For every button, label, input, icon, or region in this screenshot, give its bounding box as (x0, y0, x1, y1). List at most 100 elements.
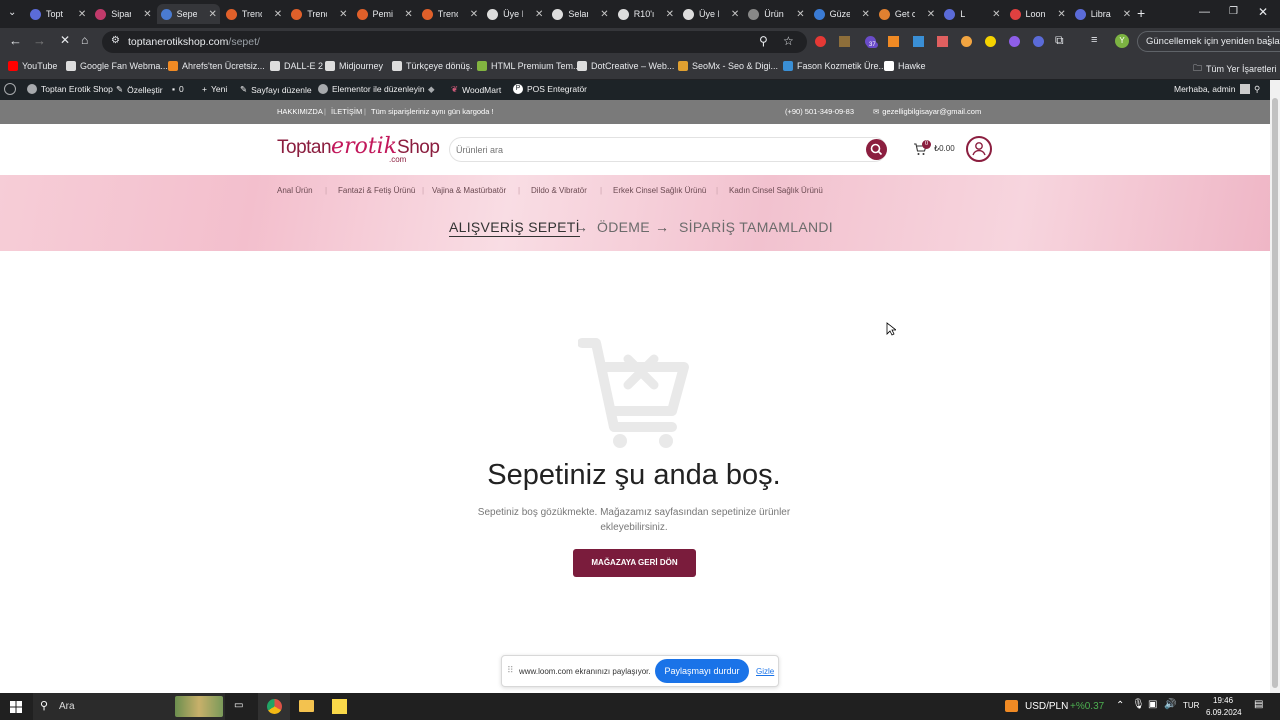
extension-icon[interactable] (913, 36, 924, 47)
account-button[interactable] (966, 136, 992, 162)
bookmark-item[interactable]: Hawke (884, 61, 926, 71)
microphone-icon[interactable]: 🎙 (1132, 699, 1145, 710)
sticky-notes-icon[interactable] (332, 699, 347, 714)
currency-label[interactable]: USD/PLN (1025, 701, 1068, 712)
zoom-icon[interactable]: ⚲ (759, 34, 768, 48)
tab-close-icon[interactable]: ✕ (209, 9, 217, 20)
scrollbar-thumb[interactable] (1272, 98, 1278, 688)
volume-icon[interactable]: 🔊 (1164, 699, 1176, 710)
wp-customize[interactable]: ✎ Özelleştir (116, 84, 163, 95)
task-view-icon[interactable]: ▭ (234, 700, 243, 711)
extension-icon[interactable] (1033, 36, 1044, 47)
tab-close-icon[interactable]: ✕ (731, 9, 739, 20)
drag-handle-icon[interactable]: ⠿ (507, 665, 514, 676)
url-text[interactable]: toptanerotikshop.com/sepet/ (128, 36, 260, 48)
nav-item-kadin[interactable]: Kadın Cinsel Sağlık Ürünü (729, 186, 823, 195)
header-cart[interactable]: 0 ₺0.00 (913, 140, 958, 159)
extension-icon[interactable] (985, 36, 996, 47)
tab-close-icon[interactable]: ✕ (666, 9, 674, 20)
tab-close-icon[interactable]: ✕ (927, 9, 935, 20)
wp-diamond-icon[interactable]: ◆ (428, 84, 435, 95)
extension-icon[interactable] (961, 36, 972, 47)
tab-close-icon[interactable]: ✕ (274, 9, 282, 20)
step-cart[interactable]: ALIŞVERİŞ SEPETİ (449, 219, 580, 237)
nav-item-erkek[interactable]: Erkek Cinsel Sağlık Ürünü (613, 186, 706, 195)
restore-button[interactable]: ❐ (1229, 6, 1238, 17)
browser-tab[interactable]: Libra ✕ (1071, 4, 1134, 24)
close-window-button[interactable]: ✕ (1258, 5, 1268, 19)
bookmark-item[interactable]: DotCreative – Web... (577, 61, 674, 71)
bookmark-item[interactable]: YouTube (8, 61, 57, 71)
browser-tab[interactable]: Üye I ✕ (679, 4, 742, 24)
bookmark-item[interactable]: Ahrefs'ten Ücretsiz... (168, 61, 265, 71)
tab-close-icon[interactable]: ✕ (143, 9, 151, 20)
tab-close-icon[interactable]: ✕ (404, 9, 412, 20)
browser-tab[interactable]: Ürün ✕ (744, 4, 807, 24)
bookmark-item[interactable]: Google Fan Webma... (66, 61, 168, 71)
all-bookmarks[interactable]: 🗀 Tüm Yer İşaretleri (1193, 61, 1277, 77)
bookmark-item[interactable]: SeoMx - Seo & Digi... (678, 61, 778, 71)
nav-item-anal[interactable]: Anal Ürün (277, 186, 313, 195)
about-link[interactable]: HAKKIMIZDA (277, 107, 323, 116)
notification-icon[interactable]: ▤ (1254, 699, 1263, 710)
email-link[interactable]: ✉ gezelligbilgisayar@gmail.com (873, 107, 981, 116)
minimize-button[interactable]: — (1199, 6, 1210, 18)
contact-link[interactable]: İLETİŞİM (331, 107, 362, 116)
update-button[interactable]: Güncellemek için yeniden başlat (1137, 31, 1280, 52)
new-tab-button[interactable]: + (1137, 5, 1145, 21)
browser-tab[interactable]: L ✕ (940, 4, 1003, 24)
media-control-icon[interactable]: ≡ (1091, 34, 1097, 46)
step-checkout[interactable]: ÖDEME (597, 219, 650, 235)
search-button[interactable] (866, 139, 887, 160)
language-indicator[interactable]: TUR (1183, 701, 1199, 710)
browser-tab[interactable]: Topt ✕ (26, 4, 89, 24)
nav-item-dildo[interactable]: Dildo & Vibratör (531, 186, 587, 195)
browser-tab[interactable]: Trenc ✕ (222, 4, 285, 24)
extension-icon[interactable] (839, 36, 850, 47)
file-explorer-icon[interactable] (299, 700, 314, 712)
forward-icon[interactable]: → (33, 33, 46, 48)
hide-link[interactable]: Gizle (756, 667, 774, 676)
browser-tab[interactable]: Loon ✕ (1006, 4, 1069, 24)
nav-item-vajina[interactable]: Vajina & Mastürbatör (432, 186, 506, 195)
stop-sharing-button[interactable]: Paylaşmayı durdur (655, 659, 749, 683)
bookmark-item[interactable]: Midjourney (325, 61, 383, 71)
tab-close-icon[interactable]: ✕ (339, 9, 347, 20)
phone-number[interactable]: (+90) 501-349-09-83 (785, 107, 854, 116)
browser-menu-icon[interactable]: ⋮ (1263, 34, 1274, 47)
profile-avatar[interactable]: Y (1115, 34, 1129, 48)
home-icon[interactable]: ⌂ (81, 33, 88, 47)
site-logo[interactable]: ToptanerotikShop .com (277, 134, 440, 164)
search-input[interactable] (456, 141, 856, 158)
clock-time[interactable]: 19:46 (1213, 696, 1233, 705)
browser-tab[interactable]: Trenc ✕ (287, 4, 350, 24)
wp-comments[interactable]: ▪ 0 (172, 84, 184, 94)
step-complete[interactable]: SİPARİŞ TAMAMLANDI (679, 219, 833, 235)
wp-elementor[interactable]: Elementor ile düzenleyin (318, 84, 425, 94)
browser-tab[interactable]: Sipar ✕ (91, 4, 154, 24)
wp-site-name[interactable]: Toptan Erotik Shop (27, 84, 113, 94)
omnibox[interactable]: ⚙ toptanerotikshop.com/sepet/ ⚲ ☆ (102, 31, 807, 53)
site-info-icon[interactable]: ⚙ (111, 35, 120, 46)
nav-item-fantazi[interactable]: Fantazi & Fetiş Ürünü (338, 186, 415, 195)
browser-tab[interactable]: Üye I ✕ (483, 4, 546, 24)
network-icon[interactable]: ▣ (1148, 699, 1157, 710)
browser-tab[interactable]: Güze ✕ (810, 4, 873, 24)
wp-new[interactable]: + Yeni (202, 84, 227, 94)
extension-icon[interactable] (937, 36, 948, 47)
wp-search-icon[interactable]: ⚲ (1254, 84, 1260, 95)
wp-pos[interactable]: P POS Entegratör (513, 84, 587, 94)
tray-expand-icon[interactable]: ⌃ (1116, 700, 1124, 711)
browser-tab[interactable]: Pemi ✕ (353, 4, 416, 24)
tab-close-icon[interactable]: ✕ (862, 9, 870, 20)
browser-tab[interactable]: Selan ✕ (548, 4, 611, 24)
wordpress-logo-icon[interactable] (4, 83, 16, 95)
wp-edit-page[interactable]: ✎ Sayfayı düzenle (240, 84, 312, 95)
tab-close-icon[interactable]: ✕ (535, 9, 543, 20)
bookmark-item[interactable]: Türkçeye dönüş. (392, 61, 473, 71)
tab-search-chevron-icon[interactable]: ⌄ (8, 7, 16, 18)
bookmark-item[interactable]: DALL-E 2 (270, 61, 323, 71)
extension-icon[interactable] (815, 36, 826, 47)
wp-woodmart[interactable]: ❦ WoodMart (451, 84, 501, 95)
tab-close-icon[interactable]: ✕ (78, 9, 86, 20)
